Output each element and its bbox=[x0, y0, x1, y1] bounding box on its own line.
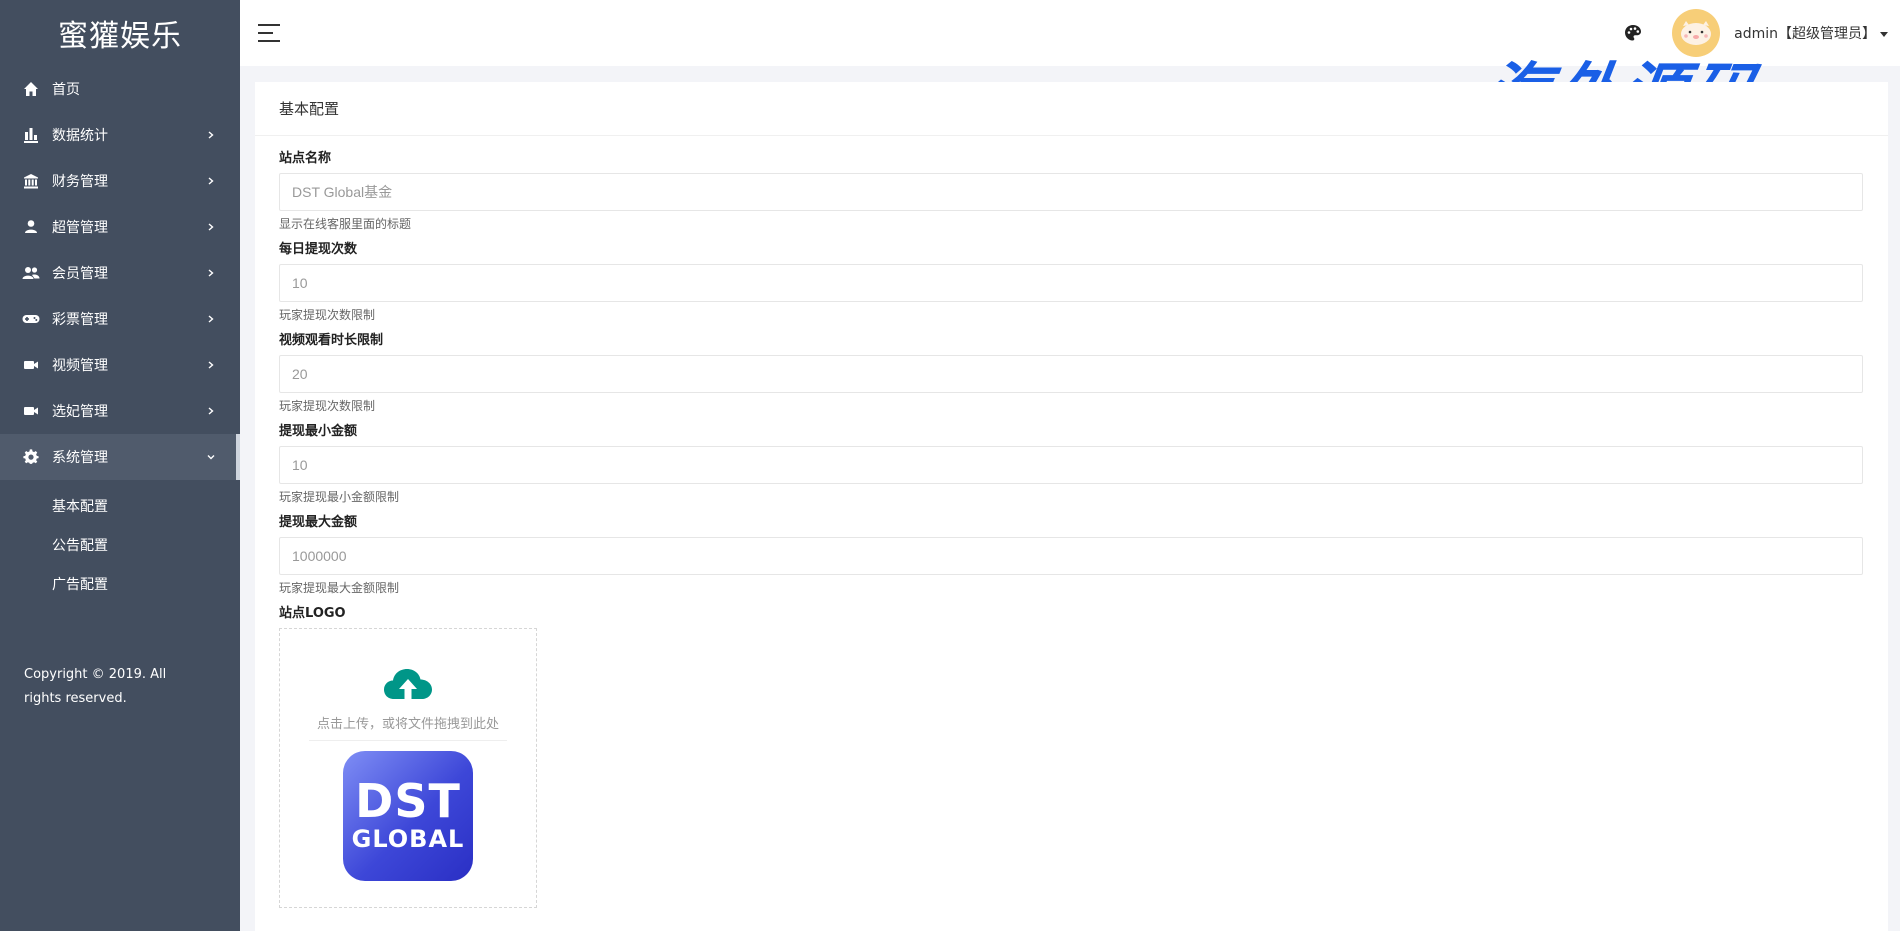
submenu-item-basic-config[interactable]: 基本配置 bbox=[0, 486, 240, 525]
logo-preview-image: DST GLOBAL bbox=[343, 751, 473, 881]
logo-upload-dropzone[interactable]: 点击上传，或将文件拖拽到此处 DST GLOBAL bbox=[279, 628, 537, 908]
sidebar: 蜜獾娱乐 首页 数据统计 财务管理 超管管理 会员管理 彩票管理 视频管理 选妃… bbox=[0, 0, 240, 931]
field-help: 玩家提现次数限制 bbox=[279, 308, 376, 322]
sidebar-item-label: 系统管理 bbox=[52, 450, 108, 466]
users-icon bbox=[22, 264, 40, 282]
field-label: 视频观看时长限制 bbox=[279, 333, 384, 348]
sidebar-item-home[interactable]: 首页 bbox=[0, 66, 240, 112]
sidebar-item-super-admin[interactable]: 超管管理 bbox=[0, 204, 240, 250]
upload-divider bbox=[309, 740, 507, 741]
chevron-right-icon bbox=[206, 314, 216, 324]
field-daily-withdraw-count: 每日提现次数 玩家提现次数限制 bbox=[279, 241, 1864, 324]
sidebar-item-video[interactable]: 视频管理 bbox=[0, 342, 240, 388]
chevron-right-icon bbox=[206, 222, 216, 232]
field-min-withdraw: 提现最小金额 玩家提现最小金额限制 bbox=[279, 423, 1864, 506]
gamepad-icon bbox=[22, 310, 40, 328]
cloud-upload-icon bbox=[382, 667, 434, 705]
menu-toggle-icon[interactable] bbox=[258, 24, 280, 42]
field-video-watch-limit: 视频观看时长限制 玩家提现次数限制 bbox=[279, 332, 1864, 415]
sidebar-item-statistics[interactable]: 数据统计 bbox=[0, 112, 240, 158]
sidebar-item-label: 超管管理 bbox=[52, 220, 108, 236]
chevron-right-icon bbox=[206, 360, 216, 370]
sidebar-item-label: 彩票管理 bbox=[52, 312, 108, 328]
copyright-text: Copyright © 2019. All rights reserved. bbox=[24, 667, 167, 706]
video-icon bbox=[22, 402, 40, 420]
field-site-logo: 站点LOGO 点击上传，或将文件拖拽到此处 DST GLOBAL bbox=[279, 605, 1864, 908]
sidebar-item-label: 数据统计 bbox=[52, 128, 108, 144]
user-menu[interactable]: admin【超级管理员】 bbox=[1734, 23, 1888, 43]
sidebar-item-system[interactable]: 系统管理 bbox=[0, 434, 240, 480]
field-help: 玩家提现最大金额限制 bbox=[279, 581, 400, 595]
sidebar-item-label: 视频管理 bbox=[52, 358, 108, 374]
daily-withdraw-count-input[interactable] bbox=[279, 264, 1863, 302]
config-form: 站点名称 显示在线客服里面的标题 每日提现次数 玩家提现次数限制 视频观看时长限… bbox=[255, 136, 1888, 908]
submenu-item-notice-config[interactable]: 公告配置 bbox=[0, 525, 240, 564]
field-max-withdraw: 提现最大金额 玩家提现最大金额限制 bbox=[279, 514, 1864, 597]
chevron-right-icon bbox=[206, 130, 216, 140]
logo-text-line1: DST bbox=[355, 774, 461, 828]
palette-icon[interactable] bbox=[1624, 24, 1642, 42]
sidebar-item-label: 财务管理 bbox=[52, 174, 108, 190]
field-label: 站点LOGO bbox=[279, 606, 346, 621]
bank-icon bbox=[22, 172, 40, 190]
field-label: 每日提现次数 bbox=[279, 242, 358, 257]
video-watch-limit-input[interactable] bbox=[279, 355, 1863, 393]
upload-hint: 点击上传，或将文件拖拽到此处 bbox=[316, 717, 499, 732]
sidebar-item-selection[interactable]: 选妃管理 bbox=[0, 388, 240, 434]
sidebar-item-label: 选妃管理 bbox=[52, 404, 108, 420]
bar-chart-icon bbox=[22, 126, 40, 144]
chevron-right-icon bbox=[206, 406, 216, 416]
gear-icon bbox=[22, 448, 40, 466]
config-card: 基本配置 站点名称 显示在线客服里面的标题 每日提现次数 玩家提现次数限制 视频… bbox=[255, 82, 1888, 931]
field-help: 玩家提现次数限制 bbox=[279, 399, 376, 413]
sidebar-item-members[interactable]: 会员管理 bbox=[0, 250, 240, 296]
system-submenu: 基本配置 公告配置 广告配置 bbox=[0, 480, 240, 609]
caret-down-icon bbox=[1880, 31, 1888, 37]
card-title: 基本配置 bbox=[255, 82, 1888, 136]
field-label: 提现最小金额 bbox=[279, 424, 358, 439]
field-help: 玩家提现最小金额限制 bbox=[279, 490, 400, 504]
submenu-item-ad-config[interactable]: 广告配置 bbox=[0, 564, 240, 603]
field-site-name: 站点名称 显示在线客服里面的标题 bbox=[279, 150, 1864, 233]
field-help: 显示在线客服里面的标题 bbox=[279, 217, 412, 231]
site-name-input[interactable] bbox=[279, 173, 1863, 211]
video-icon bbox=[22, 356, 40, 374]
max-withdraw-input[interactable] bbox=[279, 537, 1863, 575]
min-withdraw-input[interactable] bbox=[279, 446, 1863, 484]
sidebar-item-lottery[interactable]: 彩票管理 bbox=[0, 296, 240, 342]
user-icon bbox=[22, 218, 40, 236]
sidebar-menu: 首页 数据统计 财务管理 超管管理 会员管理 彩票管理 视频管理 选妃管理 系统… bbox=[0, 66, 240, 480]
brand-title: 蜜獾娱乐 bbox=[58, 19, 182, 54]
sidebar-item-label: 会员管理 bbox=[52, 266, 108, 282]
chevron-down-icon bbox=[206, 452, 216, 462]
sidebar-item-label: 首页 bbox=[52, 82, 80, 98]
sidebar-item-finance[interactable]: 财务管理 bbox=[0, 158, 240, 204]
user-name-label: admin【超级管理员】 bbox=[1734, 26, 1876, 42]
chevron-right-icon bbox=[206, 268, 216, 278]
logo-text-line2: GLOBAL bbox=[351, 825, 465, 853]
home-icon bbox=[22, 80, 40, 98]
chevron-right-icon bbox=[206, 176, 216, 186]
field-label: 提现最大金额 bbox=[279, 515, 358, 530]
field-label: 站点名称 bbox=[279, 151, 332, 166]
